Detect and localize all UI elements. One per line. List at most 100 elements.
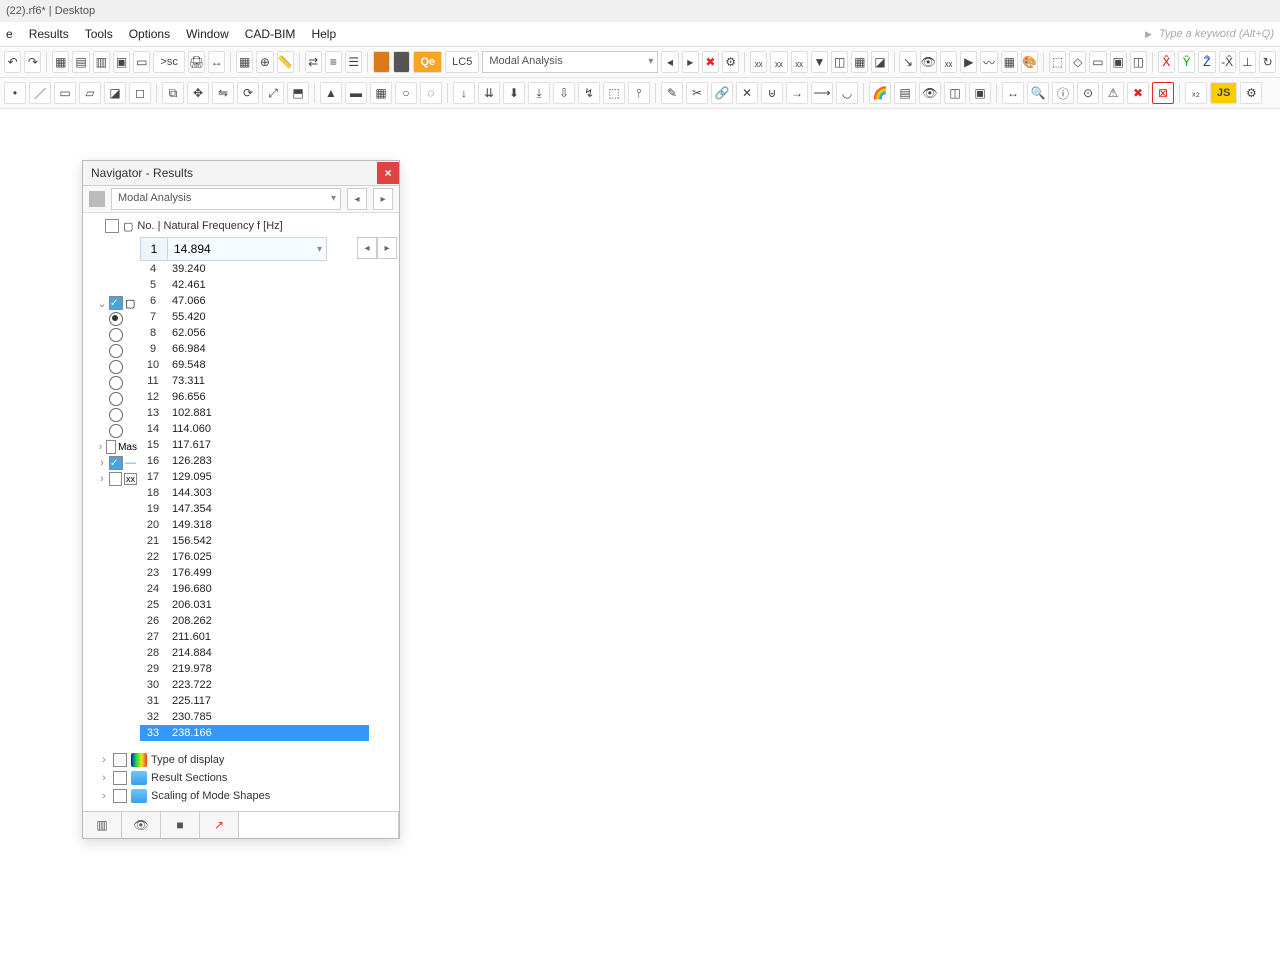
checkbox[interactable] xyxy=(113,623,127,637)
load-member-icon[interactable]: ⬇ xyxy=(503,82,525,104)
copy-icon[interactable]: ⧉ xyxy=(162,82,184,104)
analysis-combo[interactable]: Modal Analysis xyxy=(111,188,341,210)
dimension-icon[interactable]: ↔ xyxy=(208,51,225,73)
expand-icon[interactable]: › xyxy=(97,457,107,469)
radio[interactable] xyxy=(109,344,123,358)
radio[interactable] xyxy=(109,328,123,342)
grid-icon[interactable]: ▦ xyxy=(236,51,253,73)
frequency-item[interactable]: 33238.166 xyxy=(140,725,369,741)
next-analysis-icon[interactable]: ▸ xyxy=(373,188,393,210)
close-icon[interactable]: × xyxy=(377,162,399,184)
visibility-icon[interactable]: 👁 xyxy=(919,82,941,104)
find-icon[interactable]: 🔍 xyxy=(1027,82,1049,104)
tab-results-icon[interactable]: ↗ xyxy=(200,812,239,838)
imperfection-icon[interactable]: ⫯ xyxy=(628,82,650,104)
script-console-icon[interactable]: >sc xyxy=(153,51,184,73)
expand-icon[interactable]: › xyxy=(99,678,109,690)
mirror-x-icon[interactable]: -X̂ xyxy=(1219,51,1236,73)
settings-icon[interactable]: ⚙ xyxy=(1240,82,1262,104)
keyword-search[interactable]: Type a keyword (Alt+Q) xyxy=(1145,28,1274,40)
frequency-item[interactable]: 15117.617 xyxy=(140,437,369,453)
load-case-tag[interactable]: Qe xyxy=(413,51,442,73)
extend-icon[interactable]: → xyxy=(786,82,808,104)
frequency-item[interactable]: 966.984 xyxy=(140,341,369,357)
expand-icon[interactable]: › xyxy=(99,790,109,802)
prev-analysis-icon[interactable]: ◂ xyxy=(347,188,367,210)
checkbox[interactable] xyxy=(113,695,127,709)
analysis-type-combo[interactable]: Modal Analysis xyxy=(482,51,658,73)
rotate-icon[interactable]: ⟳ xyxy=(237,82,259,104)
measure-icon[interactable]: 📏 xyxy=(277,51,294,73)
expand-icon[interactable]: › xyxy=(99,714,109,726)
iso-icon[interactable]: ◇ xyxy=(1069,51,1086,73)
frequency-item[interactable]: 14114.060 xyxy=(140,421,369,437)
frequency-item[interactable]: 29219.978 xyxy=(140,661,369,677)
panel-icon[interactable]: ▭ xyxy=(133,51,150,73)
mirror-icon[interactable]: ⇋ xyxy=(212,82,234,104)
clip-plane-icon[interactable]: ◫ xyxy=(944,82,966,104)
section-icon[interactable]: ◫ xyxy=(831,51,848,73)
radio[interactable] xyxy=(109,376,123,390)
show-loads-icon[interactable]: ↘ xyxy=(899,51,916,73)
axis-z-icon[interactable]: Ẑ xyxy=(1198,51,1215,73)
frequency-item[interactable]: 1069.548 xyxy=(140,357,369,373)
color-swatch-icon[interactable] xyxy=(373,51,390,73)
checkbox[interactable] xyxy=(109,296,123,310)
checkbox[interactable] xyxy=(113,677,127,691)
load-solid-icon[interactable]: ⇩ xyxy=(553,82,575,104)
radio[interactable] xyxy=(109,312,123,326)
frequency-item[interactable]: 19147.354 xyxy=(140,501,369,517)
frequency-item[interactable]: 13102.881 xyxy=(140,405,369,421)
frequency-item[interactable]: 22176.025 xyxy=(140,549,369,565)
checkbox[interactable] xyxy=(113,659,127,673)
edit-line-icon[interactable]: ✎ xyxy=(661,82,683,104)
tree-item-type-of-display[interactable]: ›Type of display xyxy=(99,751,397,769)
axis-x-icon[interactable]: X̂ xyxy=(1158,51,1175,73)
scale-icon[interactable]: ⤢ xyxy=(262,82,284,104)
checkbox[interactable] xyxy=(113,713,127,727)
line-support-icon[interactable]: ▬ xyxy=(345,82,367,104)
new-member-icon[interactable]: ▭ xyxy=(54,82,76,104)
frequency-item[interactable]: 27211.601 xyxy=(140,629,369,645)
menu-item[interactable]: e xyxy=(6,27,13,41)
redo-icon[interactable]: ↷ xyxy=(24,51,41,73)
checkbox[interactable] xyxy=(105,219,119,233)
tab-camera-icon[interactable]: ■ xyxy=(161,812,200,838)
frequency-item[interactable]: 17129.095 xyxy=(140,469,369,485)
frequency-item[interactable]: 32230.785 xyxy=(140,709,369,725)
shift-icon[interactable]: ⇄ xyxy=(305,51,322,73)
load-case-combo[interactable]: LC5 xyxy=(445,51,479,73)
param-x2-icon[interactable]: ₓ₂ xyxy=(1185,82,1207,104)
checkbox[interactable] xyxy=(113,771,127,785)
menu-item[interactable]: Results xyxy=(29,27,69,41)
animation-icon[interactable]: ▶ xyxy=(960,51,977,73)
xy-icon[interactable]: ▭ xyxy=(1089,51,1106,73)
result-values-icon[interactable]: ₓₓ xyxy=(750,51,767,73)
frequency-item[interactable]: 21156.542 xyxy=(140,533,369,549)
expand-icon[interactable]: ⌄ xyxy=(97,297,107,310)
calculate-icon[interactable]: ⚙ xyxy=(722,51,739,73)
result-deform-icon[interactable]: 〰 xyxy=(980,51,997,73)
frequency-item[interactable]: 542.461 xyxy=(140,277,369,293)
radio[interactable] xyxy=(109,360,123,374)
layers-icon[interactable]: ▤ xyxy=(894,82,916,104)
frequency-item[interactable]: 862.056 xyxy=(140,325,369,341)
next-lc-icon[interactable]: ▸ xyxy=(682,51,699,73)
script-js-icon[interactable]: JS xyxy=(1210,82,1237,104)
expand-icon[interactable]: › xyxy=(99,754,109,766)
printout-icon[interactable]: 🖨 xyxy=(188,51,205,73)
checkbox[interactable] xyxy=(113,789,127,803)
frequency-item[interactable]: 16126.283 xyxy=(140,453,369,469)
load-surface-icon[interactable]: ⤓ xyxy=(528,82,550,104)
expand-icon[interactable]: › xyxy=(99,642,109,654)
frequency-item[interactable]: 439.240 xyxy=(140,261,369,277)
nav-display-icon[interactable]: ▥ xyxy=(93,51,110,73)
checkbox[interactable] xyxy=(113,641,127,655)
plausibility-icon[interactable]: ⚠ xyxy=(1102,82,1124,104)
axis-perp-icon[interactable]: ⊥ xyxy=(1239,51,1256,73)
units-icon[interactable]: ⬚ xyxy=(1049,51,1066,73)
divide-icon[interactable]: ✂ xyxy=(686,82,708,104)
extrude-icon[interactable]: ⬒ xyxy=(287,82,309,104)
tree-item-result-sections[interactable]: ›Result Sections xyxy=(99,769,397,787)
load-line-icon[interactable]: ⇊ xyxy=(478,82,500,104)
